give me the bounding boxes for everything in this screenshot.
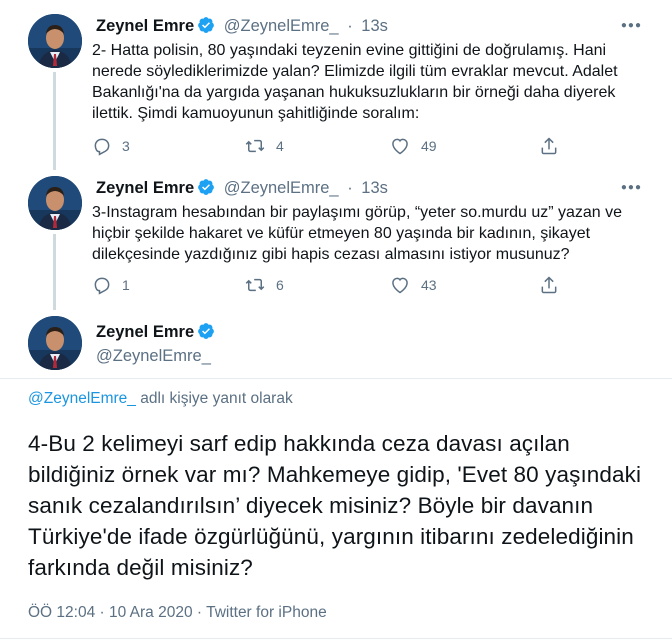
share-icon	[541, 137, 557, 155]
reply-count: 1	[122, 277, 130, 293]
replying-to-text: adlı kişiye yanıt olarak	[135, 390, 293, 407]
divider	[0, 638, 672, 639]
tweet-timestamp[interactable]: ÖÖ 12:04 · 10 Ara 2020 · Twitter for iPh…	[28, 604, 327, 622]
author-handle[interactable]: @ZeynelEmre_	[224, 179, 339, 197]
reply-icon	[94, 277, 110, 295]
tweet-2[interactable]: Zeynel Emre @ZeynelEmre_ · 13s ●●● 3-Ins…	[0, 170, 672, 310]
share-icon	[541, 276, 557, 294]
reply-count: 3	[122, 138, 130, 154]
divider	[0, 378, 672, 379]
replying-to: @ZeynelEmre_ adlı kişiye yanıt olarak	[28, 390, 293, 408]
avatar[interactable]	[28, 14, 82, 68]
retweet-count: 6	[276, 277, 284, 293]
main-tweet-text: 4-Bu 2 kelimeyi sarf edip hakkında ceza …	[28, 431, 642, 580]
verified-badge-icon	[197, 178, 215, 201]
tweet-header: Zeynel Emre	[96, 322, 215, 345]
like-count: 43	[421, 277, 437, 293]
main-tweet: Zeynel Emre @ZeynelEmre_ @ZeynelEmre_ ad…	[0, 310, 672, 644]
like-button[interactable]: 49	[389, 136, 437, 156]
author-name[interactable]: Zeynel Emre	[96, 17, 194, 35]
avatar[interactable]	[28, 176, 82, 230]
author-handle[interactable]: @ZeynelEmre_	[96, 347, 211, 365]
retweet-icon	[245, 139, 265, 153]
author-name[interactable]: Zeynel Emre	[96, 323, 194, 341]
tweet-1[interactable]: Zeynel Emre @ZeynelEmre_ · 13s ●●● 2- Ha…	[0, 0, 672, 170]
like-count: 49	[421, 138, 437, 154]
retweet-button[interactable]: 4	[244, 136, 284, 156]
separator-dot: ·	[347, 17, 353, 35]
author-name[interactable]: Zeynel Emre	[96, 179, 194, 197]
like-button[interactable]: 43	[389, 275, 437, 295]
tweet-text: 2- Hatta polisin, 80 yaşındaki teyzenin …	[92, 42, 618, 122]
more-icon[interactable]: ●●●	[621, 20, 642, 31]
avatar[interactable]	[28, 316, 82, 370]
tweet-time[interactable]: 13s	[361, 17, 388, 35]
reply-button[interactable]: 1	[92, 275, 130, 295]
tweet-header: Zeynel Emre @ZeynelEmre_ · 13s	[96, 16, 388, 39]
replying-to-link[interactable]: @ZeynelEmre_	[28, 390, 136, 407]
verified-badge-icon	[197, 16, 215, 39]
tweet-actions: 3 4 49	[92, 136, 572, 158]
heart-icon	[392, 138, 408, 155]
reply-button[interactable]: 3	[92, 136, 130, 156]
reply-icon	[94, 138, 110, 156]
more-icon[interactable]: ●●●	[621, 182, 642, 193]
verified-badge-icon	[197, 322, 215, 345]
retweet-count: 4	[276, 138, 284, 154]
share-button[interactable]	[539, 136, 569, 156]
author-handle[interactable]: @ZeynelEmre_	[224, 17, 339, 35]
retweet-button[interactable]: 6	[244, 275, 284, 295]
tweet-time[interactable]: 13s	[361, 179, 388, 197]
share-button[interactable]	[539, 275, 569, 295]
tweet-actions: 1 6 43	[92, 275, 572, 297]
tweet-text: 3-Instagram hesabından bir paylaşımı gör…	[92, 204, 623, 263]
separator-dot: ·	[347, 179, 353, 197]
thread-line	[53, 234, 56, 310]
author-handle-row: @ZeynelEmre_	[96, 346, 211, 366]
retweet-icon	[245, 278, 265, 292]
tweet-header: Zeynel Emre @ZeynelEmre_ · 13s	[96, 178, 388, 201]
heart-icon	[392, 277, 408, 294]
thread-line	[53, 72, 56, 170]
